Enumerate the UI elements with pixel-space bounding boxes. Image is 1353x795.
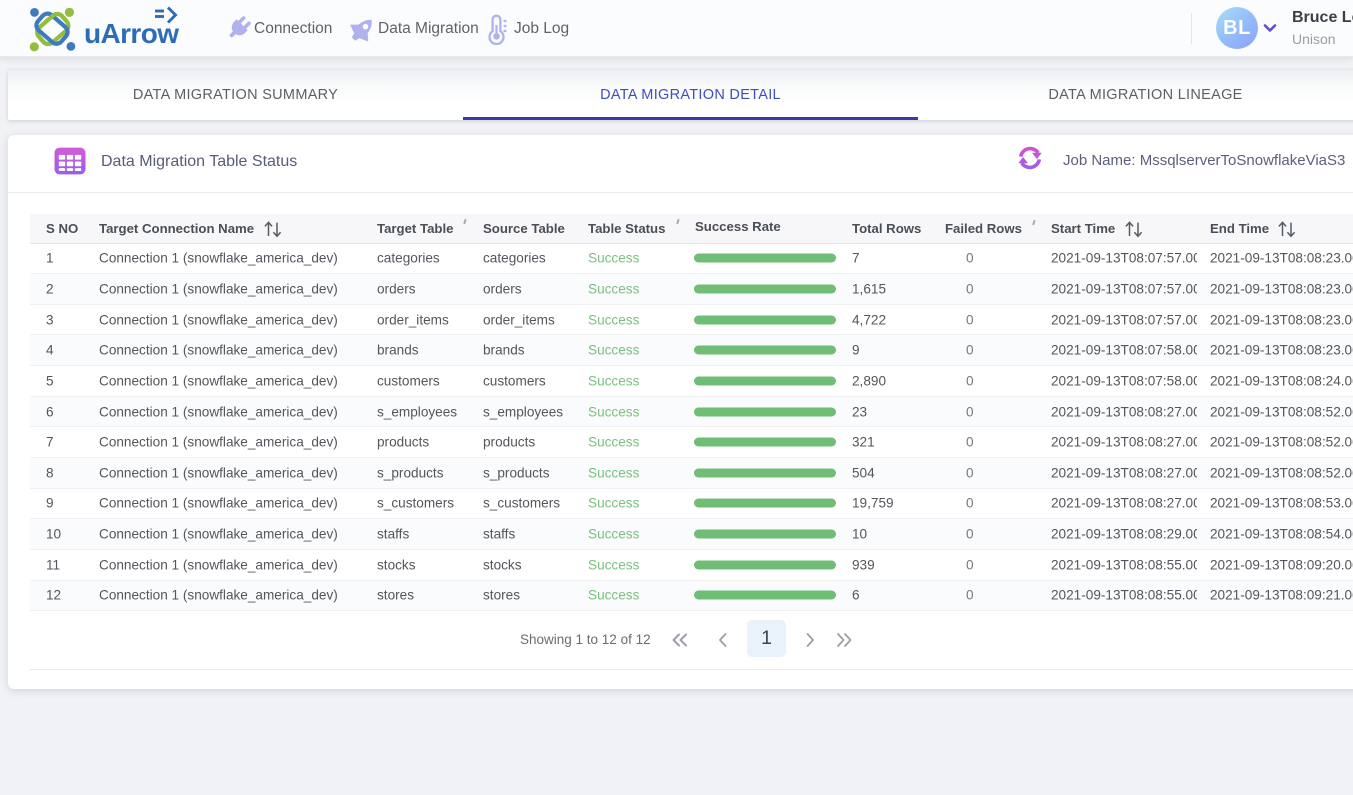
svg-text:uArrow: uArrow xyxy=(84,18,179,49)
